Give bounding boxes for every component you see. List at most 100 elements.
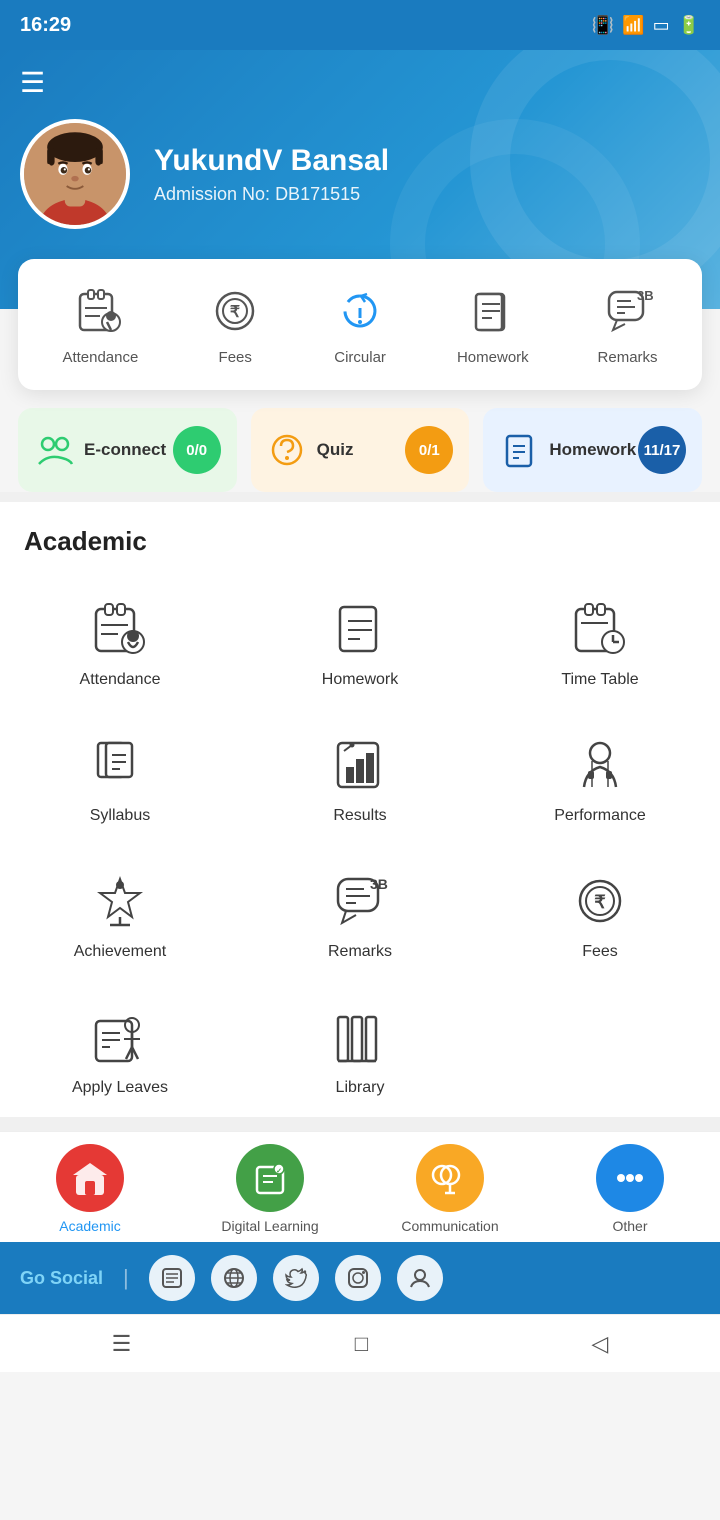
social-twitter-icon[interactable]: [273, 1255, 319, 1301]
grid-performance-icon: [568, 733, 632, 797]
homework-stat-badge: 11/17: [638, 426, 686, 474]
svg-text:3B: 3B: [370, 876, 388, 892]
grid-results-icon: [328, 733, 392, 797]
profile-admission: Admission No: DB171515: [154, 184, 389, 205]
android-home-btn[interactable]: □: [355, 1331, 368, 1357]
grid-fees-label: Fees: [582, 943, 618, 961]
academic-title: Academic: [0, 502, 720, 573]
social-user-icon[interactable]: [397, 1255, 443, 1301]
grid-remarks-icon: 3B: [328, 869, 392, 933]
svg-text:₹: ₹: [594, 892, 606, 912]
quiz-label: Quiz: [317, 440, 354, 460]
grid-results[interactable]: Results: [240, 709, 480, 845]
profile-section: YukundV Bansal Admission No: DB171515: [20, 119, 700, 229]
quick-fees[interactable]: ₹ Fees: [207, 283, 263, 366]
econnect-label: E-connect: [84, 440, 166, 460]
grid-empty: [480, 981, 720, 1117]
nav-digital-label: Digital Learning: [221, 1218, 318, 1234]
grid-homework[interactable]: Homework: [240, 573, 480, 709]
status-bar: 16:29 📳 📶 ▭ 🔋: [0, 0, 720, 50]
battery-icon: 🔋: [678, 15, 700, 36]
bottom-nav: Academic ✓ Digital Learning Communicatio…: [0, 1131, 720, 1242]
svg-text:₹: ₹: [230, 304, 240, 321]
homework-label: Homework: [457, 349, 529, 366]
grid-timetable-label: Time Table: [561, 671, 638, 689]
quick-circular[interactable]: Circular: [332, 283, 388, 366]
grid-library[interactable]: Library: [240, 981, 480, 1117]
nav-digital-icon: ✓: [236, 1144, 304, 1212]
nav-communication-icon: [416, 1144, 484, 1212]
grid-library-label: Library: [336, 1079, 385, 1097]
android-nav-bar: ☰ □ ◁: [0, 1314, 720, 1372]
vibrate-icon: 📳: [592, 15, 614, 36]
go-social-text: Go Social: [20, 1268, 103, 1289]
nav-academic-label: Academic: [59, 1218, 120, 1234]
nav-communication[interactable]: Communication: [360, 1144, 540, 1234]
quiz-badge: 0/1: [405, 426, 453, 474]
profile-name: YukundV Bansal: [154, 144, 389, 178]
homework-stat-card[interactable]: Homework 11/17: [483, 408, 702, 492]
hamburger-menu[interactable]: ☰: [20, 66, 700, 99]
academic-section: Academic Attendance: [0, 502, 720, 1117]
grid-homework-icon: [328, 597, 392, 661]
go-social-divider: |: [123, 1265, 129, 1291]
svg-text:✓: ✓: [276, 1168, 282, 1175]
android-back-btn[interactable]: ◁: [591, 1331, 608, 1357]
grid-syllabus-label: Syllabus: [90, 807, 150, 825]
social-instagram-icon[interactable]: [335, 1255, 381, 1301]
grid-library-icon: [328, 1005, 392, 1069]
homework-stat-label: Homework: [549, 440, 636, 460]
nav-academic[interactable]: Academic: [0, 1144, 180, 1234]
econnect-icon: [34, 430, 74, 470]
homework-icon: [465, 283, 521, 339]
quick-homework[interactable]: Homework: [457, 283, 529, 366]
grid-attendance-label: Attendance: [80, 671, 161, 689]
grid-fees[interactable]: ₹ Fees: [480, 845, 720, 981]
status-icons: 📳 📶 ▭ 🔋: [592, 15, 700, 36]
social-blog-icon[interactable]: [149, 1255, 195, 1301]
grid-fees-icon: ₹: [568, 869, 632, 933]
grid-remarks[interactable]: 3B Remarks: [240, 845, 480, 981]
quiz-card[interactable]: Quiz 0/1: [251, 408, 470, 492]
grid-achievement[interactable]: Achievement: [0, 845, 240, 981]
social-web-icon[interactable]: [211, 1255, 257, 1301]
homework-stat-icon: [499, 430, 539, 470]
remarks-label: Remarks: [598, 349, 658, 366]
screen-icon: ▭: [653, 15, 670, 36]
profile-info: YukundV Bansal Admission No: DB171515: [154, 144, 389, 205]
econnect-card[interactable]: E-connect 0/0: [18, 408, 237, 492]
grid-achievement-label: Achievement: [74, 943, 167, 961]
grid-performance[interactable]: Performance: [480, 709, 720, 845]
nav-communication-label: Communication: [401, 1218, 498, 1234]
quick-remarks[interactable]: 3B Remarks: [598, 283, 658, 366]
wifi-icon: 📶: [622, 15, 644, 36]
remarks-icon: 3B: [600, 283, 656, 339]
social-icons: [149, 1255, 443, 1301]
quick-attendance[interactable]: Attendance: [62, 283, 138, 366]
avatar: [20, 119, 130, 229]
grid-applyleaves[interactable]: Apply Leaves: [0, 981, 240, 1117]
grid-achievement-icon: [88, 869, 152, 933]
grid-applyleaves-label: Apply Leaves: [72, 1079, 168, 1097]
android-menu-btn[interactable]: ☰: [112, 1331, 132, 1357]
attendance-icon: [72, 283, 128, 339]
status-time: 16:29: [20, 14, 71, 37]
nav-other[interactable]: Other: [540, 1144, 720, 1234]
grid-attendance-icon: [88, 597, 152, 661]
fees-label: Fees: [219, 349, 252, 366]
grid-attendance[interactable]: Attendance: [0, 573, 240, 709]
grid-timetable-icon: [568, 597, 632, 661]
grid-results-label: Results: [333, 807, 386, 825]
circular-icon: [332, 283, 388, 339]
grid-syllabus[interactable]: Syllabus: [0, 709, 240, 845]
grid-homework-label: Homework: [322, 671, 398, 689]
go-social-bar: Go Social |: [0, 1242, 720, 1314]
grid-remarks-label: Remarks: [328, 943, 392, 961]
nav-digital[interactable]: ✓ Digital Learning: [180, 1144, 360, 1234]
grid-applyleaves-icon: [88, 1005, 152, 1069]
grid-performance-label: Performance: [554, 807, 646, 825]
academic-grid: Attendance Homework: [0, 573, 720, 1117]
circular-label: Circular: [334, 349, 386, 366]
grid-timetable[interactable]: Time Table: [480, 573, 720, 709]
nav-academic-icon: [56, 1144, 124, 1212]
